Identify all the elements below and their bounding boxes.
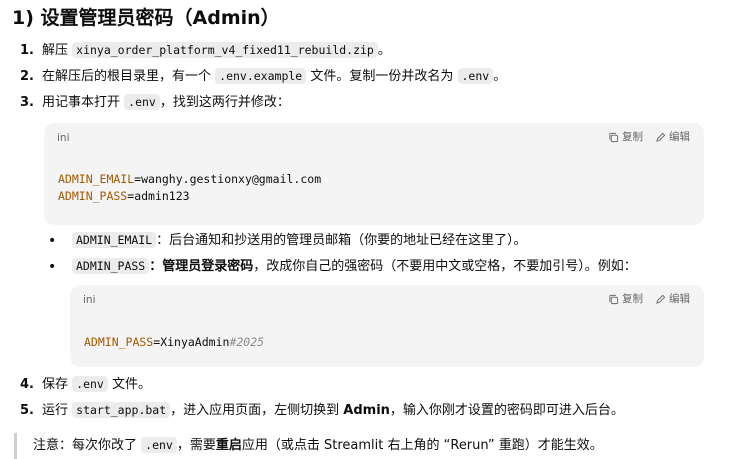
- bullet-admin-pass: • ADMIN_PASS ：管理员登录密码，改成你自己的强密码（不要用中文或空格，…: [48, 257, 724, 283]
- bullet-text: ADMIN_PASS ：管理员登录密码，改成你自己的强密码（不要用中文或空格，不要…: [72, 257, 637, 277]
- copy-icon: [609, 294, 619, 305]
- inline-code: start_app.bat: [72, 401, 171, 418]
- pencil-icon: [656, 294, 666, 304]
- copy-icon: [609, 132, 619, 143]
- copy-button[interactable]: 复制: [608, 130, 643, 146]
- step-4: 4. 保存 .env 文件。: [20, 375, 724, 401]
- step-3: 3. 用记事本打开 .env ，找到这两行并修改：: [20, 93, 724, 119]
- bullet-admin-email: • ADMIN_EMAIL ：后台通知和抄送用的管理员邮箱（你要的地址已经在这里了…: [48, 231, 724, 257]
- edit-button[interactable]: 编辑: [655, 130, 690, 146]
- copy-button[interactable]: 复制: [608, 292, 643, 308]
- code-language-label: ini: [83, 293, 96, 306]
- code-block-env: ini 复制 编辑 ADMIN_EMAIL=wanghy.gestionxy@g…: [44, 122, 704, 225]
- section-title: 1) 设置管理员密码（Admin）: [12, 7, 280, 29]
- inline-code: xinya_order_platform_v4_fixed11_rebuild.…: [72, 41, 378, 58]
- step-text: 运行 start_app.bat ，进入应用页面，左侧切换到 Admin，输入你刚…: [42, 401, 624, 418]
- bullet-text: ADMIN_EMAIL ：后台通知和抄送用的管理员邮箱（你要的地址已经在这里了）。: [72, 231, 527, 251]
- code-line: ADMIN_PASS=admin123: [58, 188, 190, 203]
- code-content: ADMIN_EMAIL=wanghy.gestionxy@gmail.com A…: [58, 171, 321, 206]
- code-line: ADMIN_EMAIL=wanghy.gestionxy@gmail.com: [58, 171, 322, 186]
- inline-code: ADMIN_PASS: [72, 257, 150, 274]
- step-text: 保存 .env 文件。: [42, 375, 151, 392]
- document: 1) 设置管理员密码（Admin） 1. 解压 xinya_order_plat…: [12, 6, 724, 459]
- step-text: 用记事本打开 .env ，找到这两行并修改：: [42, 93, 290, 110]
- note-text: 注意：每次你改了 .env ，需要重启应用（或点击 Streamlit 右上角的 …: [33, 436, 603, 453]
- code-block-example: ini 复制 编辑 ADMIN_PASS=XinyaAdmin#2025: [70, 284, 704, 367]
- step-text: 在解压后的根目录里，有一个 .env.example 文件。复制一份并改名为 .…: [42, 67, 507, 84]
- edit-button[interactable]: 编辑: [655, 292, 690, 308]
- inline-code: .env: [141, 436, 177, 453]
- code-block-actions: 复制 编辑: [608, 292, 690, 308]
- code-line: ADMIN_PASS=XinyaAdmin#2025: [84, 334, 265, 349]
- inline-code: .env: [72, 375, 108, 392]
- bullet-dot: •: [48, 258, 57, 275]
- inline-code: .env: [457, 67, 494, 84]
- inline-code: .env: [124, 93, 160, 110]
- step-5: 5. 运行 start_app.bat ，进入应用页面，左侧切换到 Admin，输…: [20, 401, 724, 427]
- bullet-dot: •: [48, 232, 57, 249]
- step-number: 1.: [20, 42, 34, 58]
- inline-code: ADMIN_EMAIL: [72, 231, 157, 248]
- step-number: 5.: [20, 402, 34, 418]
- step-1: 1. 解压 xinya_order_platform_v4_fixed11_re…: [20, 41, 724, 67]
- pencil-icon: [656, 132, 666, 142]
- step-number: 3.: [20, 94, 34, 110]
- code-content: ADMIN_PASS=XinyaAdmin#2025: [84, 334, 264, 351]
- step-number: 2.: [20, 68, 34, 84]
- inline-code: .env.example: [215, 67, 307, 84]
- step-text: 解压 xinya_order_platform_v4_fixed11_rebui…: [42, 41, 391, 58]
- step-number: 4.: [20, 376, 34, 392]
- code-language-label: ini: [57, 131, 70, 144]
- step-2: 2. 在解压后的根目录里，有一个 .env.example 文件。复制一份并改名…: [20, 67, 724, 93]
- code-block-actions: 复制 编辑: [608, 130, 690, 146]
